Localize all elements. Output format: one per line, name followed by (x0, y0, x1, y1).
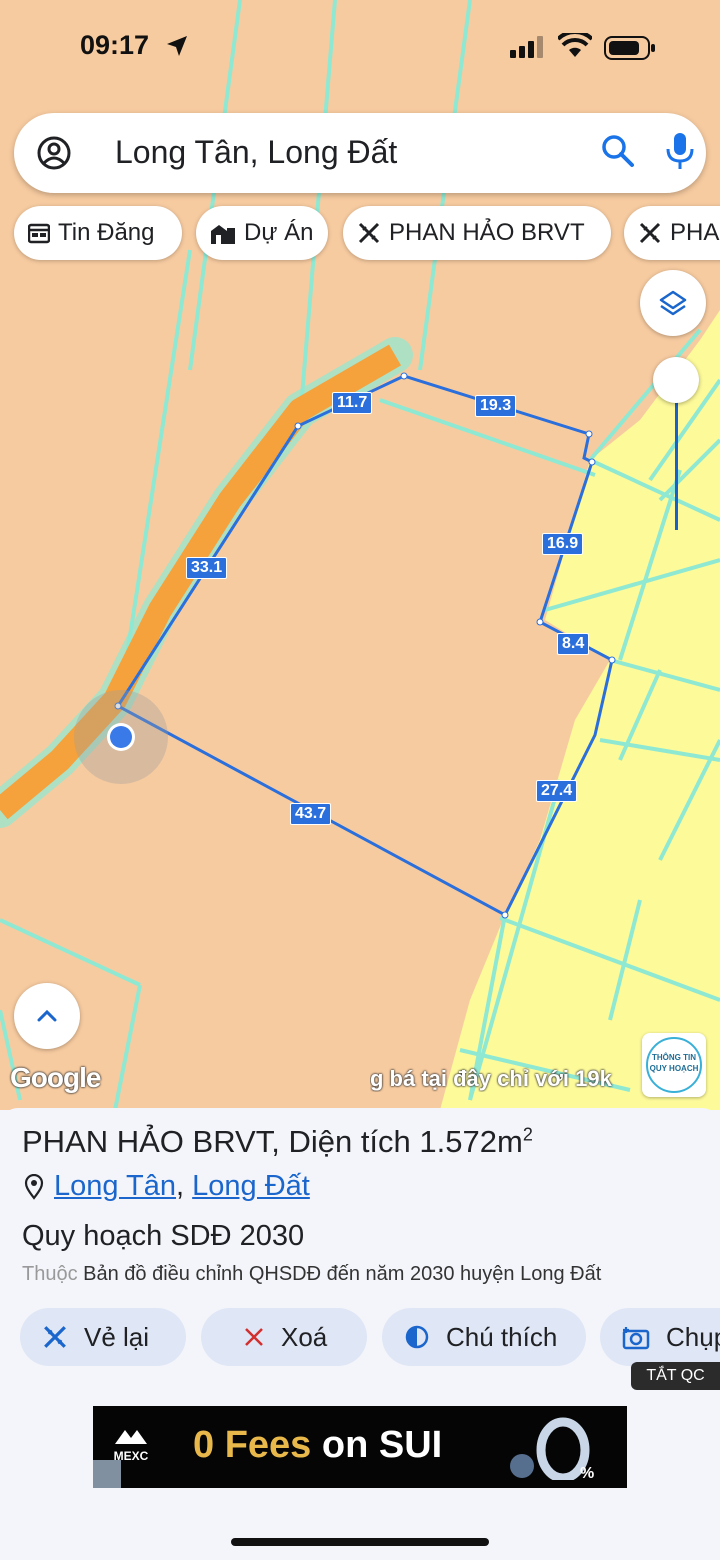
mexc-logo-icon (115, 1430, 147, 1444)
edge-length-label: 16.9 (542, 533, 584, 555)
search-bar[interactable]: Long Tân, Long Đất (14, 113, 706, 193)
area-label: Diện tích 1.572m (288, 1124, 523, 1159)
hide-ads-button[interactable]: TẮT QC (631, 1362, 720, 1390)
camera-icon (622, 1327, 650, 1350)
pencil-ruler-icon (639, 222, 661, 244)
wifi-icon (558, 33, 592, 57)
chip-tin-dang[interactable]: Tin Đăng (14, 206, 182, 260)
ad-brand: MEXC (111, 1426, 151, 1463)
location-line: Long Tân, Long Đất (22, 1170, 310, 1203)
google-logo: Google (10, 1062, 101, 1093)
close-icon (245, 1328, 263, 1346)
area-unit-sup: 2 (522, 1124, 533, 1145)
badge-line2: QUY HOẠCH (649, 1064, 699, 1073)
opacity-slider-handle[interactable] (653, 357, 699, 403)
badge-line1: THÔNG TIN (652, 1053, 696, 1062)
chevron-up-icon (37, 1009, 57, 1022)
ad-choices-icon[interactable] (93, 1460, 121, 1488)
chip-label: Dự Án (244, 219, 314, 246)
battery-icon (604, 36, 655, 60)
location-arrow-icon (167, 36, 187, 56)
contrast-icon (405, 1325, 429, 1349)
ad-ticker-text: g bá tại đây chỉ với 19k (370, 1066, 612, 1091)
edge-length-label: 27.4 (536, 780, 578, 802)
ward-link[interactable]: Long Tân (54, 1170, 176, 1203)
ad-banner[interactable]: MEXC 0 Fees on SUI % (93, 1406, 627, 1488)
source-text: Bản đồ điều chỉnh QHSDĐ đến năm 2030 huy… (83, 1263, 602, 1285)
status-time: 09:17 (80, 30, 150, 60)
district-link[interactable]: Long Đất (192, 1170, 310, 1203)
account-icon[interactable] (36, 135, 72, 171)
sheet-title: PHAN HẢO BRVT, Diện tích 1.572m2 (22, 1124, 533, 1159)
delete-button[interactable]: Xoá (201, 1308, 367, 1366)
building-icon (211, 225, 235, 244)
pencil-ruler-icon (358, 222, 380, 244)
edge-length-label: 43.7 (290, 803, 332, 825)
filter-chips: Tin Đăng Dự Án PHAN HẢO BRVT PHA (0, 206, 720, 262)
chip-pha[interactable]: PHA (624, 206, 720, 260)
action-label: Vẻ lại (84, 1321, 150, 1352)
owner-name: PHAN HẢO BRVT (22, 1124, 272, 1159)
pencil-ruler-icon (44, 1326, 66, 1348)
plan-source: Thuộc Bản đồ điều chỉnh QHSDĐ đến năm 20… (22, 1263, 601, 1286)
layers-button[interactable] (640, 270, 706, 336)
layers-icon (659, 290, 687, 316)
chip-phan-hao-brvt[interactable]: PHAN HẢO BRVT (343, 206, 611, 260)
search-input[interactable]: Long Tân, Long Đất (115, 134, 397, 171)
info-sheet: PHAN HẢO BRVT, Diện tích 1.572m2 Long Tâ… (0, 1108, 720, 1560)
redraw-button[interactable]: Vẻ lại (20, 1308, 186, 1366)
calendar-icon (28, 223, 50, 244)
ad-headline-rest: on SUI (321, 1424, 443, 1466)
expand-up-button[interactable] (14, 983, 80, 1049)
action-label: Xoá (281, 1321, 328, 1352)
plan-title: Quy hoạch SDĐ 2030 (22, 1220, 305, 1252)
action-label: Chụp (666, 1321, 720, 1352)
status-bar: 09:17 (0, 0, 720, 100)
chip-du-an[interactable]: Dự Án (196, 206, 328, 260)
home-indicator[interactable] (231, 1538, 489, 1546)
svg-text:%: % (580, 1465, 594, 1480)
cellular-signal-icon (510, 36, 543, 58)
location-pin-icon (24, 1173, 44, 1200)
ad-headline: 0 Fees on SUI (193, 1424, 442, 1467)
user-location-dot (110, 726, 132, 748)
legend-button[interactable]: Chú thích (382, 1308, 586, 1366)
chip-label: PHA (670, 219, 720, 246)
edge-length-label: 19.3 (475, 395, 517, 417)
capture-button[interactable]: Chụp (600, 1308, 720, 1366)
microphone-icon[interactable] (664, 131, 696, 171)
search-icon[interactable] (600, 133, 636, 169)
chip-label: Tin Đăng (58, 219, 155, 246)
ad-percent-graphic: % (510, 1417, 594, 1480)
edge-length-label: 11.7 (332, 392, 373, 414)
edge-length-label: 33.1 (186, 557, 228, 579)
chip-label: PHAN HẢO BRVT (389, 219, 585, 246)
source-prefix: Thuộc (22, 1263, 78, 1285)
edge-length-label: 8.4 (557, 633, 590, 655)
ad-headline-accent: 0 Fees (193, 1424, 312, 1466)
planning-info-badge[interactable]: THÔNG TIN QUY HOẠCH (642, 1033, 706, 1097)
action-label: Chú thích (446, 1321, 558, 1352)
